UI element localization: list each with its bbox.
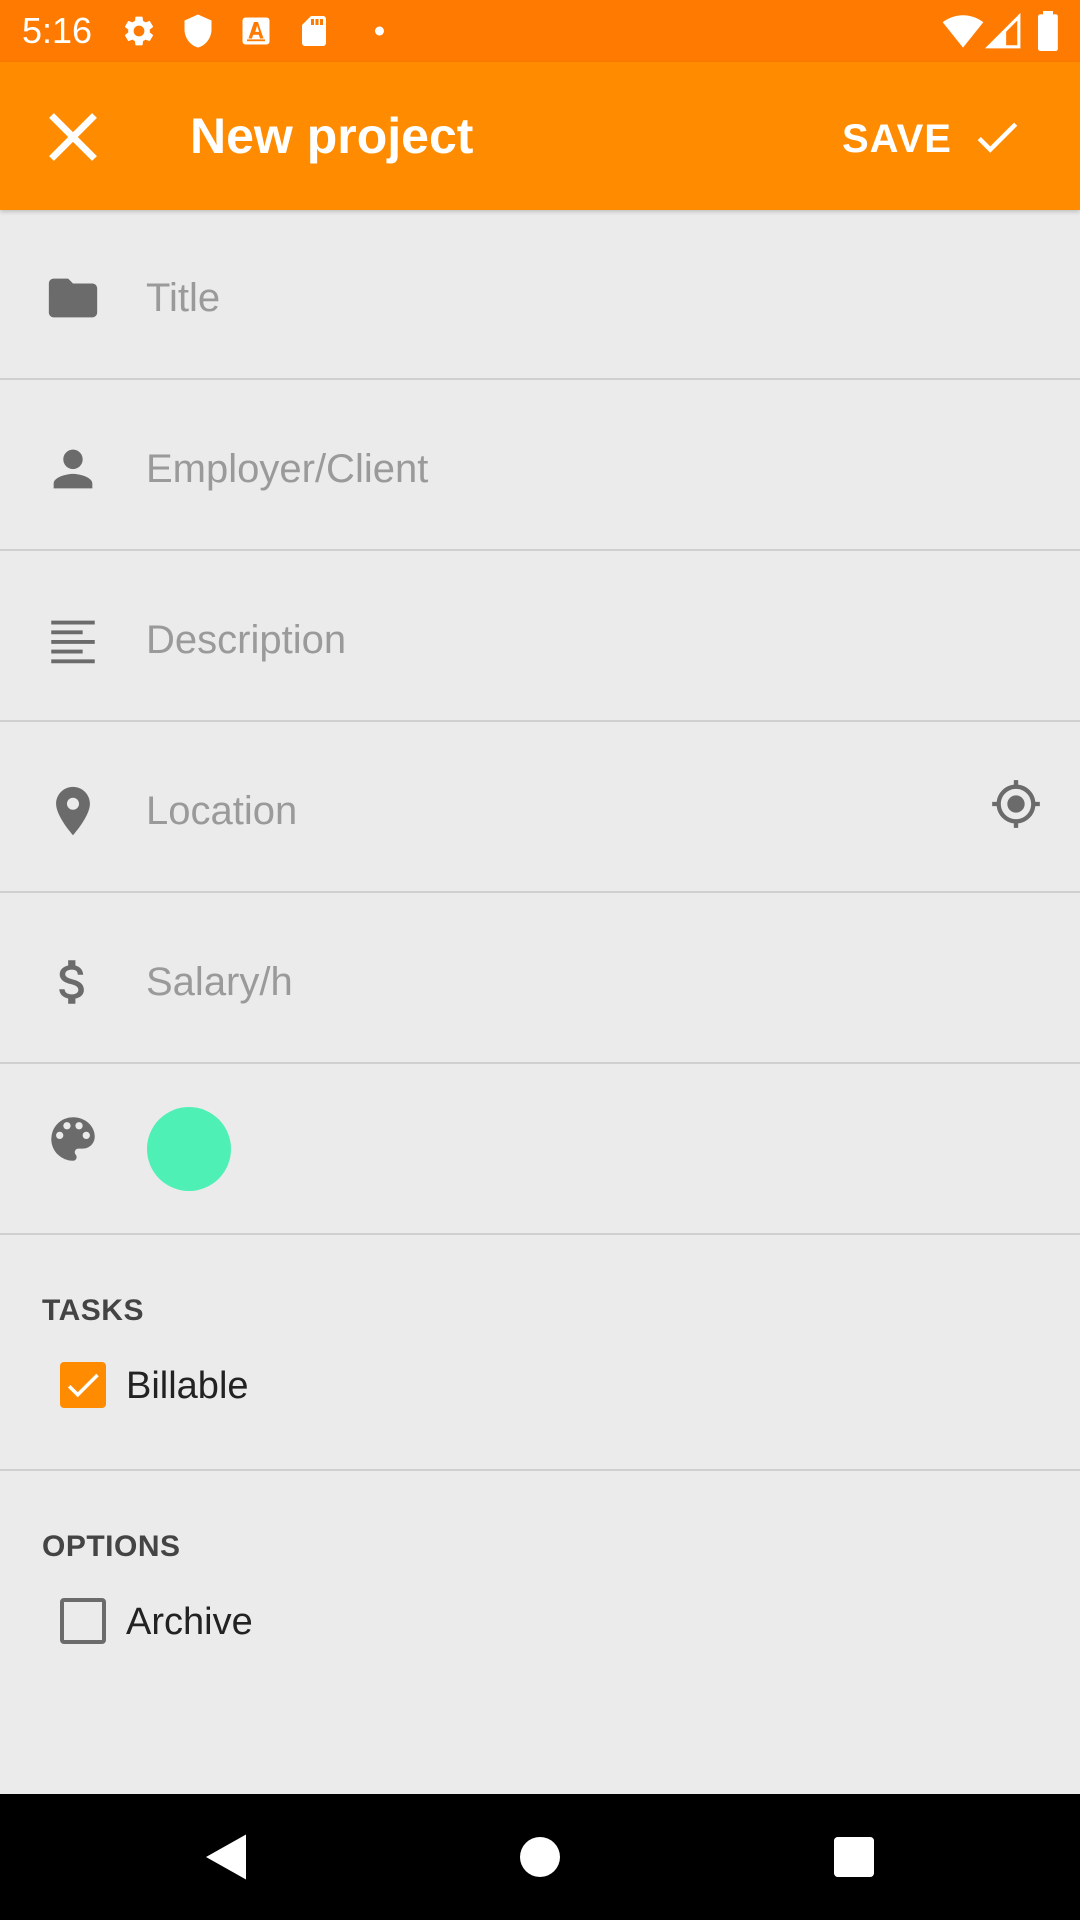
- save-label: SAVE: [842, 117, 952, 161]
- home-icon[interactable]: [510, 1827, 570, 1887]
- person-icon: [53, 449, 93, 489]
- salary-input[interactable]: [146, 952, 946, 1012]
- status-time: 5:16: [22, 10, 93, 51]
- description-input[interactable]: [146, 610, 946, 670]
- wifi-icon: [942, 15, 984, 48]
- my-location-icon[interactable]: [990, 778, 1042, 830]
- location-input[interactable]: [146, 781, 926, 841]
- description-row: [0, 552, 1080, 722]
- close-button[interactable]: [32, 96, 114, 178]
- options-heading: OPTIONS: [42, 1530, 181, 1563]
- archive-checkbox[interactable]: [60, 1598, 106, 1644]
- billable-label: Billable: [126, 1365, 249, 1407]
- billable-checkbox[interactable]: [60, 1362, 106, 1408]
- close-icon: [49, 113, 97, 161]
- navigation-bar: [0, 1794, 1080, 1920]
- page-title: New project: [190, 108, 474, 164]
- location-pin-icon: [56, 786, 90, 836]
- battery-icon: [1038, 11, 1058, 51]
- shield-icon: [184, 14, 212, 48]
- client-row: [0, 381, 1080, 551]
- color-swatch[interactable]: [147, 1107, 231, 1191]
- notes-icon: [51, 620, 95, 664]
- salary-row: [0, 894, 1080, 1064]
- location-row: [0, 723, 1080, 893]
- dollar-icon: [59, 960, 84, 1004]
- client-input[interactable]: [146, 439, 946, 499]
- checkmark-icon: [67, 1373, 99, 1398]
- font-icon: [242, 17, 270, 45]
- status-bar: 5:16: [0, 0, 1080, 62]
- section-divider: [0, 1469, 1080, 1471]
- archive-checkbox-row[interactable]: Archive: [58, 1594, 458, 1648]
- recents-icon[interactable]: [824, 1827, 884, 1887]
- gear-icon: [124, 16, 154, 46]
- back-icon[interactable]: [196, 1827, 256, 1887]
- archive-label: Archive: [126, 1601, 253, 1643]
- check-icon: [977, 122, 1018, 153]
- sd-card-icon: [302, 16, 326, 46]
- dot-icon: [375, 26, 384, 36]
- palette-icon: [51, 1117, 95, 1161]
- save-button[interactable]: SAVE: [830, 96, 1060, 178]
- tasks-heading: TASKS: [42, 1294, 144, 1327]
- folder-icon: [48, 278, 98, 318]
- title-input[interactable]: [146, 268, 946, 328]
- billable-checkbox-row[interactable]: Billable: [58, 1358, 458, 1412]
- title-row: [0, 210, 1080, 380]
- signal-icon: [984, 12, 1021, 49]
- app-bar: New project SAVE: [0, 62, 1080, 210]
